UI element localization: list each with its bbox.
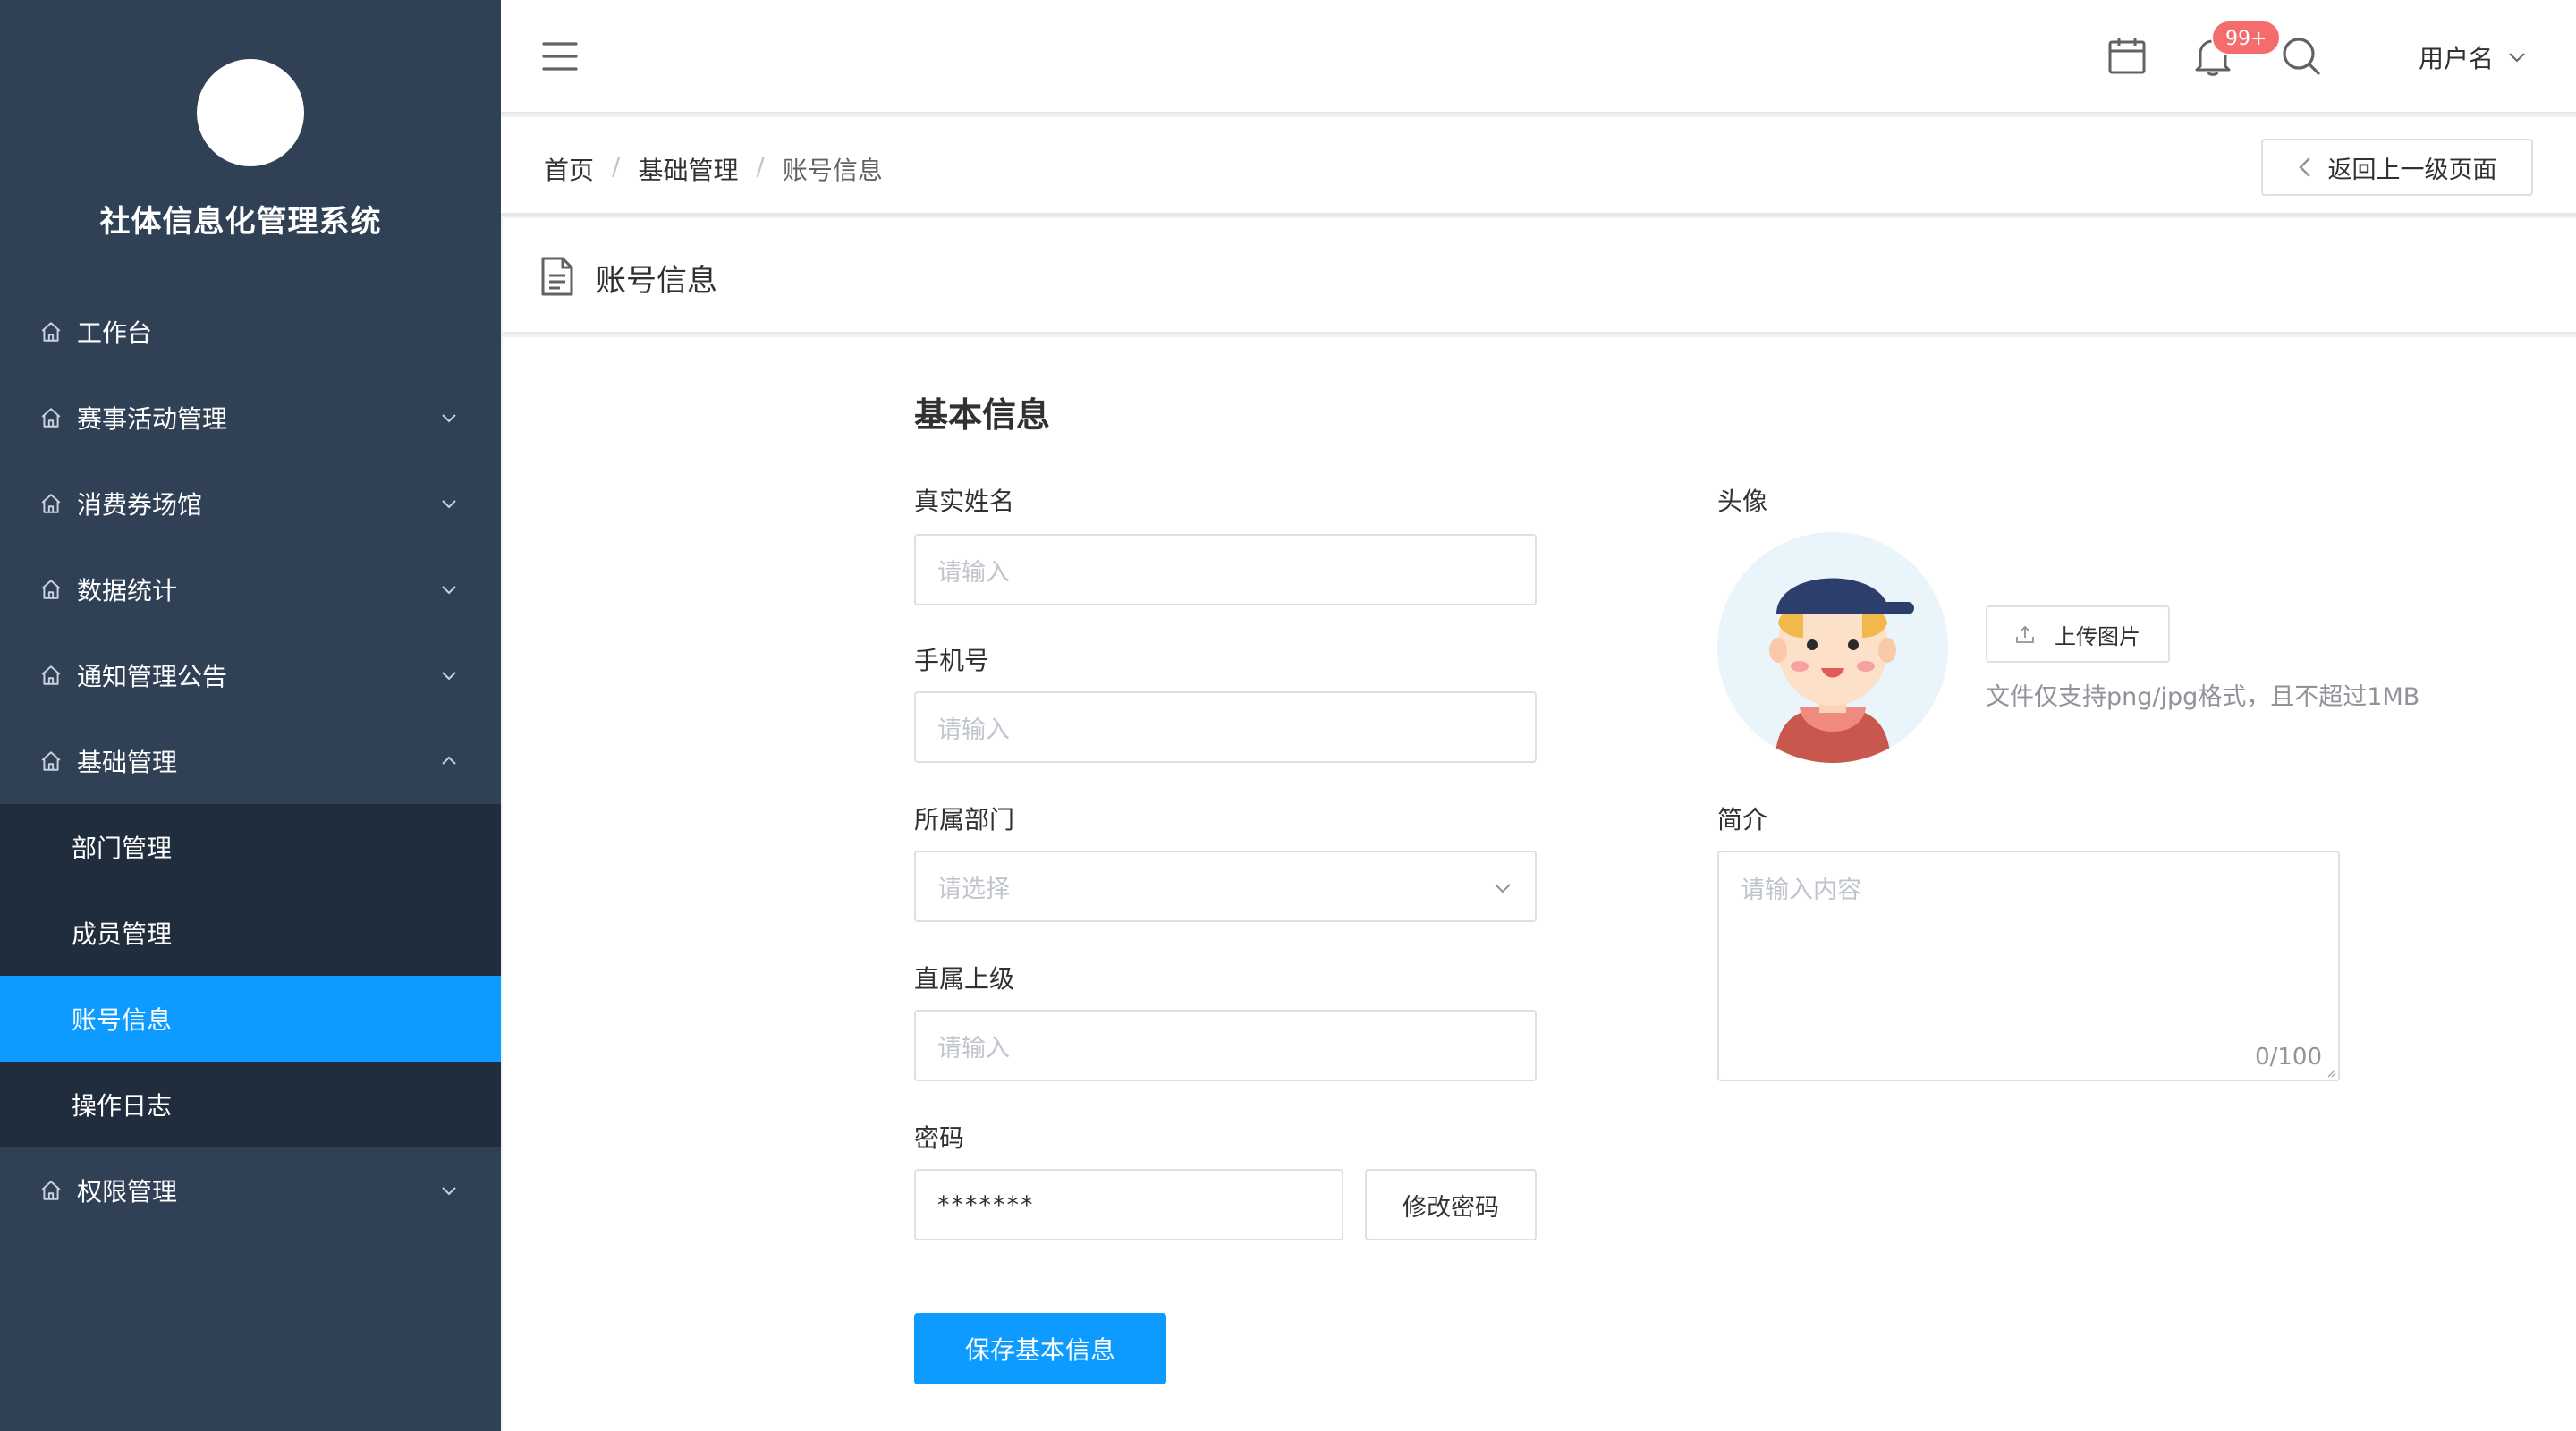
home-icon bbox=[41, 408, 61, 428]
sidebar-item-label: 成员管理 bbox=[72, 919, 173, 949]
breadcrumb-separator: / bbox=[612, 151, 621, 181]
breadcrumb: 首页 / 基础管理 / 账号信息 bbox=[544, 151, 883, 187]
save-button[interactable]: 保存基本信息 bbox=[914, 1313, 1166, 1384]
chevron-down-icon bbox=[442, 500, 456, 509]
logo bbox=[197, 59, 304, 166]
chevron-down-icon bbox=[442, 1187, 456, 1196]
upload-image-button[interactable]: 上传图片 bbox=[1986, 605, 2170, 663]
section-title: 基本信息 bbox=[914, 395, 1051, 435]
app-title: 社体信息化管理系统 bbox=[99, 204, 382, 240]
chevron-down-icon bbox=[1495, 884, 1511, 893]
card-header: 账号信息 bbox=[503, 218, 2576, 334]
supervisor-input[interactable]: 请输入 bbox=[914, 1010, 1537, 1081]
real-name-label: 真实姓名 bbox=[914, 487, 1015, 516]
department-select[interactable]: 请选择 bbox=[914, 851, 1537, 922]
sidebar-item-permissions[interactable]: 权限管理 bbox=[0, 1147, 501, 1233]
calendar-icon[interactable] bbox=[2107, 36, 2147, 75]
sidebar-item-label: 权限管理 bbox=[77, 1177, 178, 1207]
home-icon bbox=[41, 1181, 61, 1200]
sidebar-item-label: 赛事活动管理 bbox=[77, 404, 228, 434]
chevron-left-icon bbox=[2298, 157, 2310, 177]
sidebar-item-label: 消费券场馆 bbox=[77, 490, 203, 520]
change-password-button[interactable]: 修改密码 bbox=[1365, 1169, 1537, 1240]
breadcrumb-separator: / bbox=[756, 151, 765, 181]
sidebar-subitem-account-info[interactable]: 账号信息 bbox=[0, 976, 501, 1062]
sidebar-item-basic-management[interactable]: 基础管理 bbox=[0, 718, 501, 804]
password-input[interactable]: ******* bbox=[914, 1169, 1343, 1240]
phone-label: 手机号 bbox=[914, 646, 990, 675]
search-icon[interactable] bbox=[2281, 36, 2322, 77]
home-icon bbox=[41, 665, 61, 685]
chevron-down-icon bbox=[442, 414, 456, 423]
intro-placeholder: 请输入内容 bbox=[1741, 876, 1861, 904]
account-form: 基本信息 真实姓名 请输入 手机号 请输入 所属部门 请选择 直属上级 请输入 … bbox=[503, 337, 2576, 1431]
sidebar-item-label: 通知管理公告 bbox=[77, 662, 228, 691]
sidebar-subitem-members[interactable]: 成员管理 bbox=[0, 890, 501, 976]
breadcrumb-home[interactable]: 首页 bbox=[544, 151, 594, 187]
sidebar-item-notices[interactable]: 通知管理公告 bbox=[0, 632, 501, 718]
avatar-label: 头像 bbox=[1717, 487, 1768, 516]
avatar-illustration bbox=[1717, 532, 1948, 763]
breadcrumb-current: 账号信息 bbox=[782, 156, 883, 185]
sidebar-item-events[interactable]: 赛事活动管理 bbox=[0, 375, 501, 461]
sidebar: 社体信息化管理系统 工作台 赛事活动管理 消费券场馆 数据统计 通知管理公告 基… bbox=[0, 0, 501, 1431]
avatar bbox=[1717, 532, 1948, 763]
sidebar-item-workbench[interactable]: 工作台 bbox=[0, 289, 501, 375]
upload-tip: 文件仅支持png/jpg格式，且不超过1MB bbox=[1986, 683, 2420, 711]
top-header: 99+ 用户名 bbox=[501, 0, 2576, 114]
sidebar-item-label: 数据统计 bbox=[77, 576, 178, 605]
home-icon bbox=[41, 322, 61, 342]
chevron-down-icon bbox=[442, 672, 456, 681]
intro-textarea[interactable]: 请输入内容 0/100 bbox=[1717, 851, 2340, 1081]
sidebar-item-label: 工作台 bbox=[77, 318, 153, 348]
sidebar-subitem-operation-log[interactable]: 操作日志 bbox=[0, 1062, 501, 1147]
document-icon bbox=[541, 257, 573, 296]
sidebar-item-label: 账号信息 bbox=[72, 1005, 173, 1035]
phone-input[interactable]: 请输入 bbox=[914, 691, 1537, 763]
home-icon bbox=[41, 751, 61, 771]
resize-handle-icon[interactable] bbox=[2326, 1067, 2336, 1078]
sidebar-item-statistics[interactable]: 数据统计 bbox=[0, 546, 501, 632]
department-label: 所属部门 bbox=[914, 805, 1015, 834]
sidebar-item-label: 操作日志 bbox=[72, 1091, 173, 1121]
home-icon bbox=[41, 494, 61, 513]
back-button[interactable]: 返回上一级页面 bbox=[2261, 139, 2533, 196]
sidebar-menu: 工作台 赛事活动管理 消费券场馆 数据统计 通知管理公告 基础管理 部门管理 成… bbox=[0, 289, 501, 1233]
back-button-label: 返回上一级页面 bbox=[2327, 156, 2497, 184]
chevron-down-icon bbox=[2509, 53, 2525, 63]
sidebar-item-label: 部门管理 bbox=[72, 834, 173, 863]
notification-badge: 99+ bbox=[2211, 20, 2282, 55]
real-name-input[interactable]: 请输入 bbox=[914, 534, 1537, 605]
upload-button-label: 上传图片 bbox=[2055, 623, 2140, 649]
username: 用户名 bbox=[2419, 44, 2495, 73]
breadcrumb-bar: 首页 / 基础管理 / 账号信息 返回上一级页面 bbox=[501, 117, 2576, 216]
menu-toggle-icon[interactable] bbox=[542, 40, 578, 72]
sidebar-brand: 社体信息化管理系统 bbox=[0, 0, 501, 295]
card-title: 账号信息 bbox=[596, 263, 717, 299]
chevron-down-icon bbox=[442, 586, 456, 595]
password-label: 密码 bbox=[914, 1123, 965, 1153]
intro-label: 简介 bbox=[1717, 805, 1768, 834]
sidebar-item-label: 基础管理 bbox=[77, 748, 178, 777]
submenu-basic-management: 部门管理 成员管理 账号信息 操作日志 bbox=[0, 804, 501, 1147]
user-menu[interactable]: 用户名 bbox=[2419, 39, 2528, 75]
supervisor-label: 直属上级 bbox=[914, 964, 1015, 994]
char-counter: 0/100 bbox=[2255, 1044, 2322, 1071]
sidebar-item-vouchers[interactable]: 消费券场馆 bbox=[0, 461, 501, 546]
breadcrumb-parent[interactable]: 基础管理 bbox=[638, 151, 738, 187]
upload-icon bbox=[2016, 625, 2034, 643]
chevron-up-icon bbox=[442, 756, 456, 765]
home-icon bbox=[41, 580, 61, 599]
department-select-placeholder: 请选择 bbox=[937, 875, 1010, 903]
sidebar-subitem-departments[interactable]: 部门管理 bbox=[0, 804, 501, 890]
